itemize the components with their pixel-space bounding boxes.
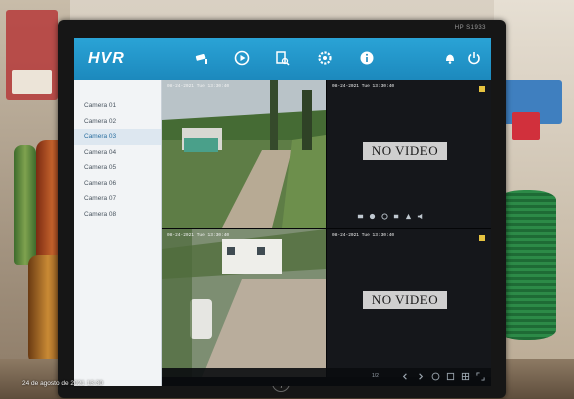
video-tile-camera-3[interactable]: 08-24-2021 Tue 13:30:40 xyxy=(162,229,326,377)
record-badge-icon xyxy=(479,235,485,241)
audio-icon[interactable] xyxy=(357,213,364,220)
bottom-control-bar: 1/2 xyxy=(162,368,491,386)
video-tile-camera-4[interactable]: 08-24-2021 Tue 13:30:40 NO VIDEO xyxy=(327,229,491,377)
osd-timestamp: 08-24-2021 Tue 13:30:40 xyxy=(167,233,230,238)
video-grid: 08-24-2021 Tue 13:30:40 08-24-2021 Tue 1… xyxy=(162,80,491,386)
camera-item[interactable]: Camera 02 xyxy=(74,114,161,130)
playback-mini-icon[interactable] xyxy=(381,213,388,220)
snapshot-icon[interactable] xyxy=(405,213,412,220)
camera-item[interactable]: Camera 04 xyxy=(74,145,161,161)
camera-item[interactable]: Camera 06 xyxy=(74,176,161,192)
next-page-icon[interactable] xyxy=(416,372,425,381)
cctv-camera-icon[interactable] xyxy=(194,50,210,66)
osd-timestamp: 08-24-2021 Tue 13:30:40 xyxy=(332,84,395,89)
bottom-icons xyxy=(401,372,485,381)
volume-icon[interactable] xyxy=(417,213,424,220)
osd-timestamp: 08-24-2021 Tue 13:30:40 xyxy=(332,233,395,238)
shelf-label xyxy=(12,70,52,94)
layout-single-icon[interactable] xyxy=(446,372,455,381)
video-tile-camera-2[interactable]: 08-24-2021 Tue 13:30:40 NO VIDEO xyxy=(327,80,491,228)
osd-timestamp: 08-24-2021 Tue 13:30:40 xyxy=(167,84,230,89)
camera-item[interactable]: Camera 05 xyxy=(74,160,161,176)
screen: HVR Camera 01 Camera 02 Camera 03 Camera… xyxy=(74,38,491,386)
thread-spool xyxy=(498,190,556,340)
zoom-icon[interactable] xyxy=(369,213,376,220)
camera-item[interactable]: Camera 01 xyxy=(74,98,161,114)
camera-item[interactable]: Camera 07 xyxy=(74,191,161,207)
monitor: HP S1933 hp HVR xyxy=(58,20,506,398)
alert-bell-icon[interactable] xyxy=(442,50,458,66)
layout-quad-icon[interactable] xyxy=(461,372,470,381)
monitor-model: HP S1933 xyxy=(454,25,486,31)
playback-icon[interactable] xyxy=(234,50,250,66)
power-icon[interactable] xyxy=(466,50,482,66)
search-document-icon[interactable] xyxy=(274,50,290,66)
clock-icon[interactable] xyxy=(431,372,440,381)
camera-list: Camera 01 Camera 02 Camera 03 Camera 04 … xyxy=(74,80,161,222)
settings-icon[interactable] xyxy=(317,50,333,66)
camera-feed-image xyxy=(162,80,326,228)
top-bar: HVR xyxy=(74,38,491,80)
info-icon[interactable] xyxy=(359,50,375,66)
camera-item[interactable]: Camera 08 xyxy=(74,207,161,223)
fullscreen-icon[interactable] xyxy=(476,372,485,381)
camera-item-selected[interactable]: Camera 03 xyxy=(74,129,161,145)
record-badge-icon xyxy=(479,86,485,92)
red-box xyxy=(512,112,540,140)
camera-sidebar: Camera 01 Camera 02 Camera 03 Camera 04 … xyxy=(74,80,162,386)
app-title: HVR xyxy=(88,50,125,67)
video-tile-camera-1[interactable]: 08-24-2021 Tue 13:30:40 xyxy=(162,80,326,228)
tile-toolbar xyxy=(357,213,424,220)
prev-page-icon[interactable] xyxy=(401,372,410,381)
record-icon[interactable] xyxy=(393,213,400,220)
photo-date-stamp: 24 de agosto de 2021 13:30 xyxy=(22,380,103,387)
bottle-green xyxy=(14,145,36,265)
no-video-label: NO VIDEO xyxy=(363,142,447,160)
camera-feed-image xyxy=(162,229,326,377)
no-video-label: NO VIDEO xyxy=(363,291,447,309)
page-counter: 1/2 xyxy=(372,373,379,379)
